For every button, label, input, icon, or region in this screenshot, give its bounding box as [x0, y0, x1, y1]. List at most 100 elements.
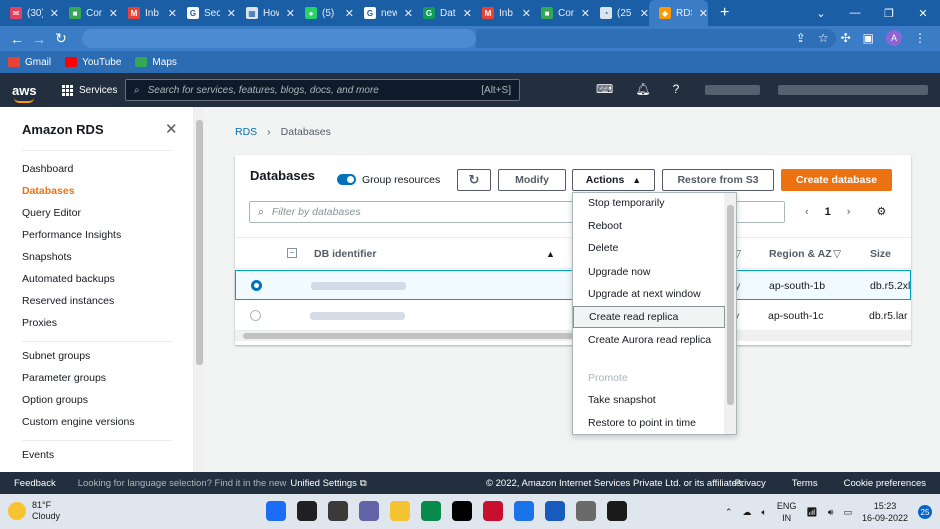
taskbar-app-icon[interactable]	[607, 501, 627, 521]
browser-tab[interactable]: M Inb ✕	[472, 0, 531, 26]
unified-settings-link[interactable]: Unified Settings	[290, 478, 357, 489]
url-input-extension[interactable]	[476, 29, 836, 48]
bookmark-youtube[interactable]: YouTube	[65, 57, 121, 68]
sidebar-item-events[interactable]: Events	[22, 449, 54, 461]
expand-all-icon[interactable]: −	[287, 248, 297, 258]
tab-close-icon[interactable]: ✕	[345, 7, 354, 20]
browser-tab[interactable]: ■ Con ✕	[59, 0, 118, 26]
taskbar-app-icon[interactable]	[328, 501, 348, 521]
bookmark-maps[interactable]: Maps	[135, 57, 177, 68]
sidebar-item-proxies[interactable]: Proxies	[22, 317, 57, 329]
minimize-icon[interactable]: —	[838, 7, 872, 19]
taskbar-app-icon[interactable]	[421, 501, 441, 521]
menu-item-delete[interactable]: Delete	[573, 241, 725, 255]
browser-tab[interactable]: ▦ How ✕	[236, 0, 295, 26]
menu-item-reboot[interactable]: Reboot	[573, 219, 725, 233]
tab-close-icon[interactable]: ✕	[404, 7, 413, 20]
taskbar-app-icon[interactable]	[514, 501, 534, 521]
horizontal-scroll-thumb[interactable]	[243, 333, 573, 339]
taskbar-app-icon[interactable]	[452, 501, 472, 521]
sidebar-item-snapshots[interactable]: Snapshots	[22, 251, 72, 263]
help-icon[interactable]: ?	[673, 82, 680, 96]
sidebar-item-parameter-groups[interactable]: Parameter groups	[22, 372, 106, 384]
browser-tab[interactable]: ◔ (25 ✕	[590, 0, 649, 26]
column-db-identifier[interactable]: DB identifier	[314, 248, 376, 260]
sidebar-item-subnet-groups[interactable]: Subnet groups	[22, 350, 90, 362]
browser-tab[interactable]: ◆ RDS ✕	[649, 0, 708, 26]
browser-tab[interactable]: ■ Con ✕	[531, 0, 590, 26]
bookmark-gmail[interactable]: Gmail	[8, 57, 51, 68]
account-menu[interactable]	[705, 85, 760, 95]
clock[interactable]: 15:23 16-09-2022	[862, 500, 908, 524]
battery-icon[interactable]: ▭	[843, 507, 852, 518]
tab-close-icon[interactable]: ✕	[286, 7, 295, 20]
menu-item-upgrade-at-next-window[interactable]: Upgrade at next window	[573, 287, 725, 301]
reload-icon[interactable]: ↻	[50, 30, 72, 47]
notifications-bell-icon[interactable]: 🔔︎	[635, 82, 650, 96]
menu-item-create-read-replica[interactable]: Create read replica	[573, 306, 725, 328]
taskbar-app-icon[interactable]	[266, 501, 286, 521]
share-icon[interactable]: ⇪	[796, 31, 806, 45]
volume-muted-icon[interactable]: 🔈︎	[761, 507, 766, 518]
taskbar-app-icon[interactable]	[359, 501, 379, 521]
services-menu[interactable]: Services	[62, 84, 117, 96]
taskbar-app-icon[interactable]	[390, 501, 410, 521]
cloud-icon[interactable]: ☁	[742, 507, 751, 518]
modify-button[interactable]: Modify	[498, 169, 566, 191]
menu-icon[interactable]: ⋮	[914, 31, 926, 45]
speaker-icon[interactable]: 🔊︎	[828, 507, 834, 518]
menu-item-upgrade-now[interactable]: Upgrade now	[573, 265, 725, 279]
weather-widget[interactable]: 81°F Cloudy	[8, 500, 60, 522]
row-radio[interactable]	[250, 310, 261, 321]
sidebar-item-query-editor[interactable]: Query Editor	[22, 207, 81, 219]
cloudshell-icon[interactable]: ⌨	[596, 82, 613, 96]
settings-gear-icon[interactable]: ⚙	[876, 205, 886, 218]
new-tab-button[interactable]: +	[720, 4, 729, 22]
menu-item-take-snapshot[interactable]: Take snapshot	[573, 393, 725, 407]
actions-button[interactable]: Actions ▲	[572, 169, 655, 191]
tab-search-icon[interactable]: ⌄	[804, 7, 838, 20]
extensions-icon[interactable]: ✣	[841, 31, 851, 45]
sidebar-item-custom-engine-versions[interactable]: Custom engine versions	[22, 416, 135, 428]
side-panel-icon[interactable]: ▣	[863, 31, 874, 45]
sidebar-item-option-groups[interactable]: Option groups	[22, 394, 88, 406]
feedback-link[interactable]: Feedback	[14, 478, 56, 489]
column-region[interactable]: Region & AZ	[769, 248, 832, 260]
wifi-icon[interactable]: 📶︎	[806, 507, 817, 518]
chevron-right-icon[interactable]: ›	[847, 206, 851, 218]
privacy-link[interactable]: Privacy	[735, 478, 766, 489]
sort-asc-icon[interactable]: ▲	[546, 249, 555, 259]
column-size[interactable]: Size	[870, 248, 891, 260]
chevron-up-icon[interactable]: ⌃	[725, 507, 733, 518]
taskbar-app-icon[interactable]	[576, 501, 596, 521]
browser-tab[interactable]: G Dat ✕	[413, 0, 472, 26]
tab-close-icon[interactable]: ✕	[227, 7, 236, 20]
browser-tab[interactable]: G Sec ✕	[177, 0, 236, 26]
close-icon[interactable]: ✕	[165, 120, 178, 138]
create-database-button[interactable]: Create database	[781, 169, 892, 191]
aws-logo[interactable]: aws	[12, 83, 42, 103]
db-identifier-link[interactable]	[310, 312, 405, 320]
sidebar-item-automated-backups[interactable]: Automated backups	[22, 273, 115, 285]
restore-from-s3-button[interactable]: Restore from S3	[662, 169, 774, 191]
url-input[interactable]	[82, 29, 476, 48]
breadcrumb-rds[interactable]: RDS	[235, 126, 257, 138]
notification-badge[interactable]: 25	[918, 505, 932, 519]
sort-desc-icon[interactable]: ▽	[833, 248, 841, 260]
refresh-button[interactable]: ↻	[457, 169, 491, 191]
sidebar-item-reserved-instances[interactable]: Reserved instances	[22, 295, 114, 307]
restore-icon[interactable]: ❐	[872, 7, 906, 20]
taskbar-app-icon[interactable]	[297, 501, 317, 521]
language-indicator[interactable]: ENG IN	[777, 500, 797, 524]
terms-link[interactable]: Terms	[792, 478, 818, 489]
tab-close-icon[interactable]: ✕	[463, 7, 472, 20]
chevron-left-icon[interactable]: ‹	[805, 206, 809, 218]
browser-tab[interactable]: ✉ (30) ✕	[0, 0, 59, 26]
close-window-icon[interactable]: ✕	[906, 7, 940, 20]
tab-close-icon[interactable]: ✕	[640, 7, 649, 20]
region-menu[interactable]	[778, 85, 928, 95]
taskbar-app-icon[interactable]	[545, 501, 565, 521]
taskbar-app-icon[interactable]	[483, 501, 503, 521]
browser-tab[interactable]: Gnew ✕	[354, 0, 413, 26]
tab-close-icon[interactable]: ✕	[50, 7, 59, 20]
